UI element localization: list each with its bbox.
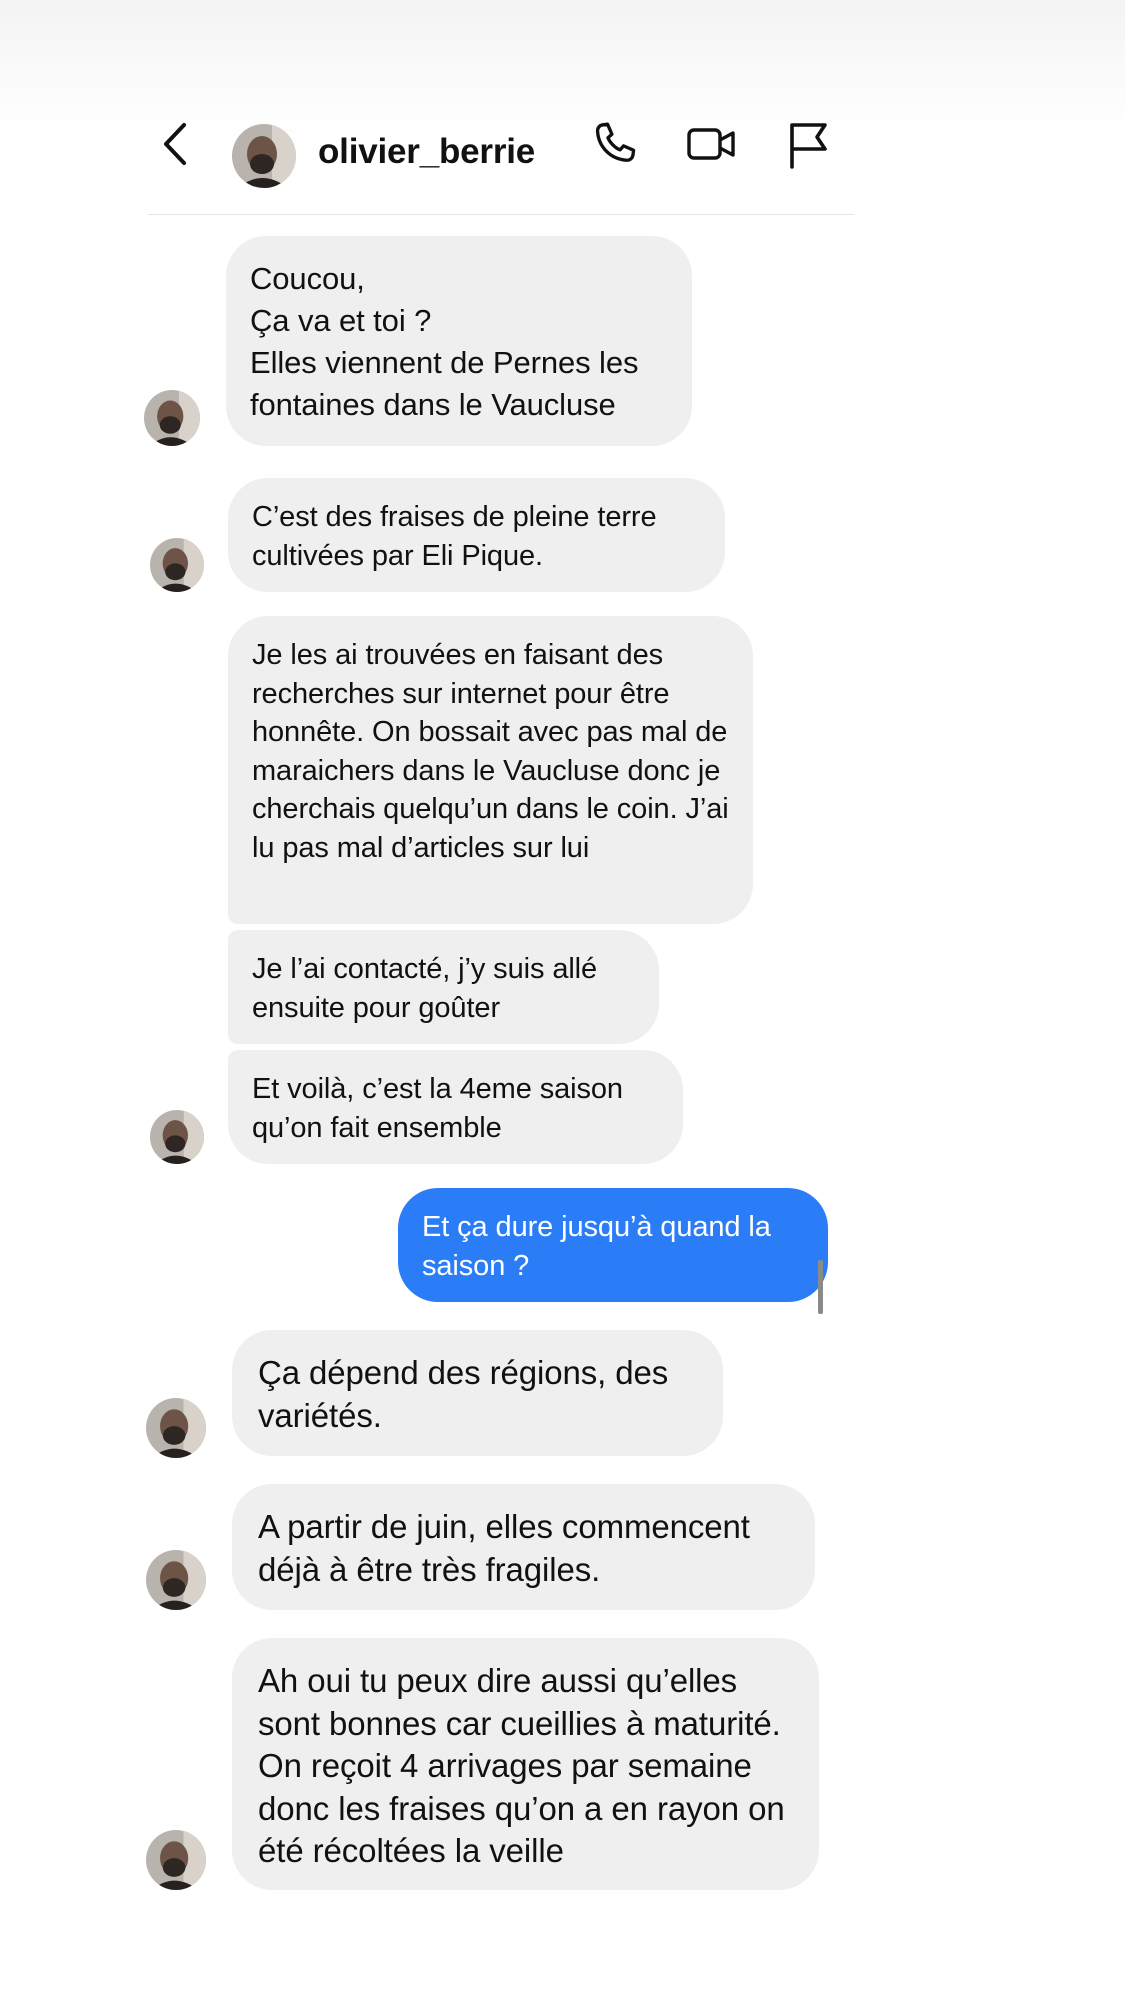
flag-icon — [790, 123, 827, 169]
scroll-indicator[interactable] — [818, 1260, 823, 1314]
avatar[interactable] — [144, 390, 200, 446]
avatar[interactable] — [150, 1110, 204, 1164]
message-bubble-received[interactable]: Je l’ai contacté, j’y suis allé ensuite … — [228, 930, 659, 1044]
message-bubble-received[interactable]: Ça dépend des régions, des variétés. — [232, 1330, 723, 1456]
message-bubble-sent[interactable]: Et ça dure jusqu’à quand la saison ? — [398, 1188, 828, 1302]
phone-icon — [595, 122, 636, 162]
avatar[interactable] — [232, 124, 296, 188]
avatar[interactable] — [150, 538, 204, 592]
message-bubble-received[interactable]: Coucou, Ça va et toi ? Elles viennent de… — [226, 236, 692, 446]
chat-header: olivier_berrie — [148, 88, 854, 215]
message-bubble-received[interactable]: Ah oui tu peux dire aussi qu’elles sont … — [232, 1638, 819, 1890]
message-bubble-received[interactable]: A partir de juin, elles commencent déjà … — [232, 1484, 815, 1610]
message-bubble-received[interactable]: Je les ai trouvées en faisant des recher… — [228, 616, 753, 924]
audio-call-button[interactable] — [586, 116, 642, 172]
message-bubble-received[interactable]: Et voilà, c’est la 4eme saison qu’on fai… — [228, 1050, 683, 1164]
chevron-left-icon — [164, 123, 186, 165]
back-button[interactable] — [148, 116, 204, 172]
chat-username[interactable]: olivier_berrie — [318, 132, 535, 172]
chat-screen: olivier_berrie Coucou, Ça va et toi ? El… — [0, 0, 1125, 2000]
message-bubble-received[interactable]: C’est des fraises de pleine terre cultiv… — [228, 478, 725, 592]
avatar[interactable] — [146, 1550, 206, 1610]
video-camera-icon — [687, 128, 735, 160]
avatar[interactable] — [146, 1830, 206, 1890]
report-button[interactable] — [780, 116, 836, 172]
avatar[interactable] — [146, 1398, 206, 1458]
video-call-button[interactable] — [684, 116, 740, 172]
